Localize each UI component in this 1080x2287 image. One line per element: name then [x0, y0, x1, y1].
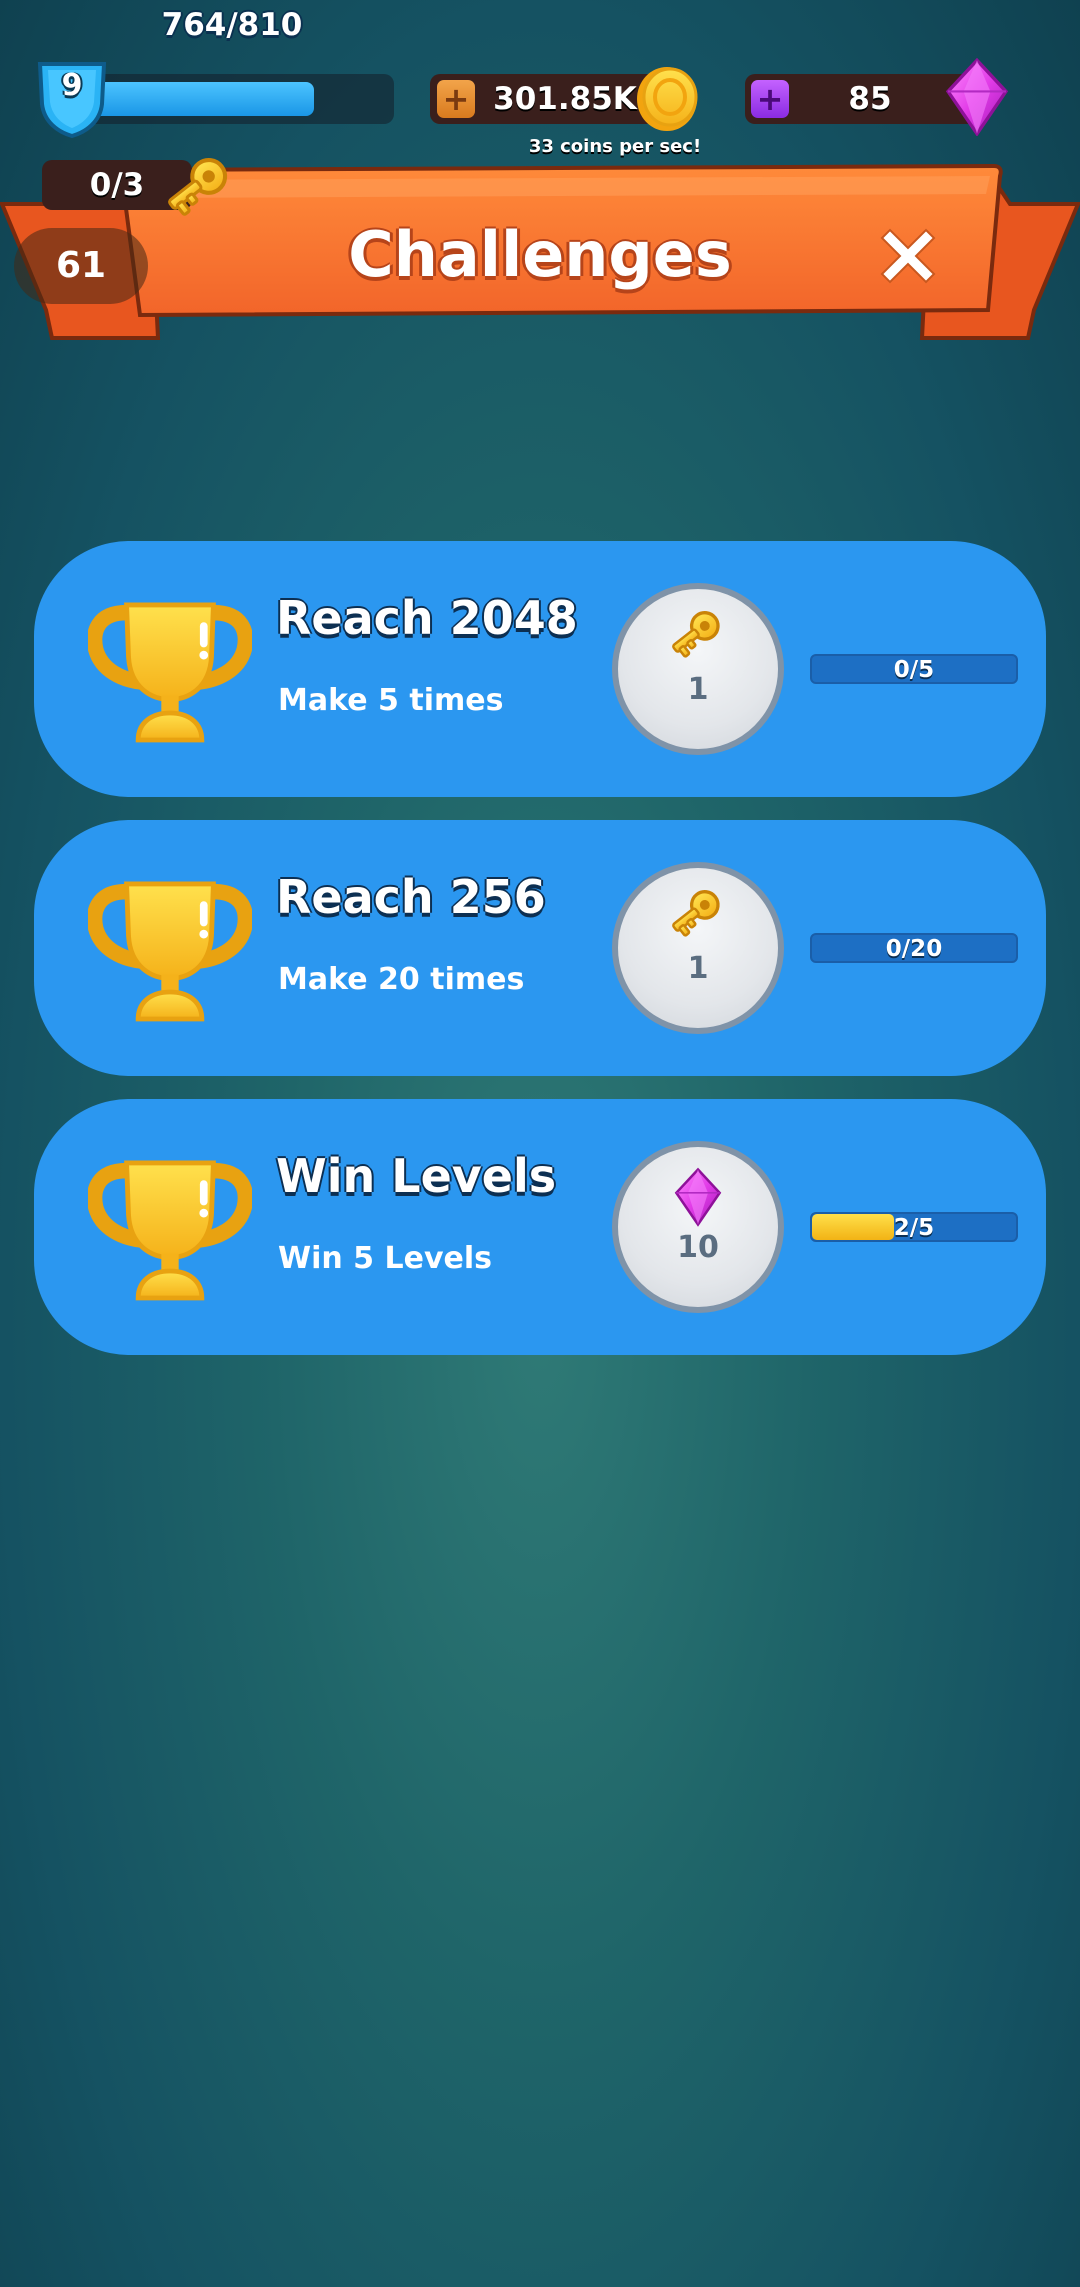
key-icon [664, 882, 730, 940]
trophy-icon [88, 599, 252, 744]
xp-text: 764/810 [161, 7, 303, 43]
challenge-subtitle: Make 5 times [278, 683, 504, 718]
challenge-title: Reach 2048 [276, 591, 578, 645]
challenge-subtitle: Make 20 times [278, 962, 525, 997]
progress-bar: 2/5 [810, 1212, 1018, 1242]
buy-coins-button[interactable]: + [437, 80, 475, 118]
progress-bar: 0/5 [810, 654, 1018, 684]
challenge-title: Reach 256 [276, 870, 546, 924]
coin-rate-text: 33 coins per sec! [528, 136, 702, 157]
progress-text: 0/5 [893, 657, 935, 683]
xp-bar [70, 74, 394, 124]
progress-text: 2/5 [893, 1215, 935, 1241]
close-icon[interactable] [872, 220, 944, 292]
buy-gems-button[interactable]: + [751, 80, 789, 118]
trophy-icon [88, 878, 252, 1023]
timer-badge: 61 [14, 228, 148, 304]
coin-icon [632, 64, 702, 134]
page-title: Challenges [348, 218, 732, 291]
progress-bar: 0/20 [810, 933, 1018, 963]
trophy-icon [88, 1157, 252, 1302]
progress-text: 0/20 [885, 936, 943, 962]
gem-amount: 85 [848, 81, 892, 117]
player-level: 9 [61, 68, 83, 103]
reward-amount: 10 [677, 1230, 719, 1265]
challenge-subtitle: Win 5 Levels [278, 1241, 492, 1276]
reward-amount: 1 [687, 951, 709, 986]
gem-icon [942, 58, 1012, 136]
key-icon [664, 603, 730, 661]
coin-amount: 301.85K [493, 81, 637, 117]
challenge-title: Win Levels [276, 1149, 557, 1203]
gem-icon [673, 1167, 723, 1227]
reward-amount: 1 [687, 672, 709, 707]
